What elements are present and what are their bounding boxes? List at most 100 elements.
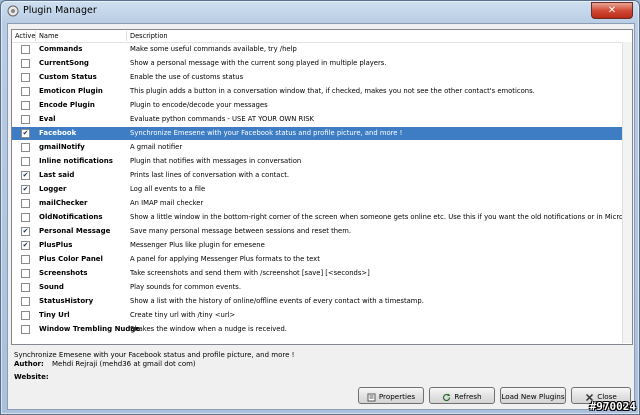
active-checkbox[interactable]	[21, 101, 30, 110]
active-checkbox[interactable]	[21, 255, 30, 264]
properties-button[interactable]: Properties	[358, 387, 424, 404]
plugin-row[interactable]: Sound Play sounds for common events.	[12, 281, 632, 294]
plugin-name: Emoticon Plugin	[39, 87, 103, 95]
active-checkbox[interactable]	[21, 283, 30, 292]
active-checkbox[interactable]	[21, 325, 30, 334]
plugin-description: A panel for applying Messenger Plus form…	[130, 255, 320, 263]
list-header: Active Name Description	[12, 30, 632, 43]
active-checkbox[interactable]: ✔	[21, 171, 30, 180]
plugin-name: Commands	[39, 45, 83, 53]
load-new-plugins-label: Load New Plugins	[501, 392, 565, 401]
properties-label: Properties	[378, 392, 416, 401]
plugin-row[interactable]: Encode Plugin Plugin to encode/decode you…	[12, 99, 632, 112]
active-checkbox[interactable]	[21, 59, 30, 68]
watermark: #970024	[589, 400, 636, 413]
plugin-row[interactable]: ✔ Logger Log all events to a file	[12, 183, 632, 196]
plugin-name: Tiny Url	[39, 311, 70, 319]
plugin-name: CurrentSong	[39, 59, 89, 67]
plugin-row[interactable]: Inline notifications Plugin that notifies…	[12, 155, 632, 168]
plugin-description: A gmail notifier	[130, 143, 183, 151]
refresh-button[interactable]: Refresh	[429, 387, 495, 404]
website-label: Website:	[14, 373, 49, 381]
active-checkbox[interactable]	[21, 199, 30, 208]
header-separator	[126, 31, 127, 41]
header-name[interactable]: Name	[39, 32, 58, 40]
active-checkbox[interactable]: ✔	[21, 227, 30, 236]
active-checkbox[interactable]: ✔	[21, 185, 30, 194]
plugin-name: Screenshots	[39, 269, 88, 277]
active-checkbox[interactable]	[21, 157, 30, 166]
active-checkbox[interactable]	[21, 213, 30, 222]
plugin-description: Show a personal message with the current…	[130, 59, 387, 67]
plugin-row[interactable]: Tiny Url Create tiny url with /tiny <url>	[12, 309, 632, 322]
plugin-row[interactable]: CurrentSong Show a personal message with …	[12, 57, 632, 70]
plugin-manager-icon	[7, 5, 19, 17]
plugin-name: mailChecker	[39, 199, 88, 207]
active-checkbox[interactable]	[21, 73, 30, 82]
active-checkbox[interactable]	[21, 297, 30, 306]
plugin-row[interactable]: Screenshots Take screenshots and send the…	[12, 267, 632, 280]
plugin-description: Shakes the window when a nudge is receiv…	[130, 325, 287, 333]
plugin-row[interactable]: ✔ PlusPlus Messenger Plus like plugin for …	[12, 239, 632, 252]
plugin-row[interactable]: Custom Status Enable the use of customs s…	[12, 71, 632, 84]
active-checkbox[interactable]	[21, 143, 30, 152]
plugin-description: Show a little window in the bottom-right…	[130, 213, 633, 221]
plugin-description: Play sounds for common events.	[130, 283, 241, 291]
plugin-description: Synchronize Emesene with your Facebook s…	[130, 129, 403, 137]
plugin-name: gmailNotify	[39, 143, 85, 151]
plugin-name: Logger	[39, 185, 67, 193]
plugin-row[interactable]: Commands Make some useful commands availa…	[12, 43, 632, 56]
plugin-name: Eval	[39, 115, 56, 123]
refresh-label: Refresh	[454, 392, 482, 401]
plugin-description: Log all events to a file	[130, 185, 206, 193]
plugin-description: Save many personal message between sessi…	[130, 227, 352, 235]
plugin-summary: Synchronize Emesene with your Facebook s…	[14, 351, 295, 359]
plugin-description: Create tiny url with /tiny <url>	[130, 311, 236, 319]
header-active[interactable]: Active	[15, 32, 35, 40]
header-separator	[35, 31, 36, 41]
header-description[interactable]: Description	[130, 32, 168, 40]
refresh-icon	[443, 393, 451, 401]
plugin-row[interactable]: gmailNotify A gmail notifier	[12, 141, 632, 154]
plugin-row[interactable]: Emoticon Plugin This plugin adds a button…	[12, 85, 632, 98]
plugin-description: Enable the use of customs status	[130, 73, 244, 81]
plugin-description: An IMAP mail checker	[130, 199, 204, 207]
active-checkbox[interactable]: ✔	[21, 241, 30, 250]
plugin-description: Messenger Plus like plugin for emesene	[130, 241, 265, 249]
plugin-name: Plus Color Panel	[39, 255, 103, 263]
plugin-row[interactable]: Window Trembling Nudge Shakes the window …	[12, 323, 632, 336]
plugin-description: Show a list with the history of online/o…	[130, 297, 424, 305]
plugin-row[interactable]: ✔ Personal Message Save many personal mess…	[12, 225, 632, 238]
active-checkbox[interactable]	[21, 311, 30, 320]
plugin-row[interactable]: Eval Evaluate python commands - USE AT YO…	[12, 113, 632, 126]
plugin-row[interactable]: StatusHistory Show a list with the histor…	[12, 295, 632, 308]
plugin-row[interactable]: ✔ Facebook Synchronize Emesene with your F…	[12, 127, 632, 140]
active-checkbox[interactable]: ✔	[21, 129, 30, 138]
plugin-row[interactable]: Plus Color Panel A panel for applying Mes…	[12, 253, 632, 266]
active-checkbox[interactable]	[21, 115, 30, 124]
active-checkbox[interactable]	[21, 87, 30, 96]
title-bar[interactable]: Plugin Manager ✕	[1, 1, 639, 23]
load-new-plugins-button[interactable]: Load New Plugins	[500, 387, 566, 404]
plugin-description: Plugin that notifies with messages in co…	[130, 157, 302, 165]
active-checkbox[interactable]	[21, 45, 30, 54]
plugin-description: Take screenshots and send them with /scr…	[130, 269, 370, 277]
plugin-list[interactable]: Active Name Description Commands Make som…	[11, 29, 633, 345]
plugin-row[interactable]: mailChecker An IMAP mail checker	[12, 197, 632, 210]
plugin-description: Plugin to encode/decode your messages	[130, 101, 268, 109]
active-checkbox[interactable]	[21, 269, 30, 278]
plugin-row[interactable]: OldNotifications Show a little window in …	[12, 211, 632, 224]
plugin-description: Evaluate python commands - USE AT YOUR O…	[130, 115, 315, 123]
plugin-row[interactable]: ✔ Last said Prints last lines of conversat…	[12, 169, 632, 182]
vertical-scrollbar[interactable]	[622, 42, 632, 343]
plugin-name: StatusHistory	[39, 297, 94, 305]
plugin-name: Inline notifications	[39, 157, 113, 165]
plugin-name: Sound	[39, 283, 64, 291]
plugin-name: PlusPlus	[39, 241, 73, 249]
plugin-name: Encode Plugin	[39, 101, 95, 109]
author-label: Author:	[14, 360, 44, 368]
window-close-button[interactable]: ✕	[591, 2, 633, 19]
author-value: Mehdi Rejraji (mehd36 at gmail dot com)	[52, 360, 196, 368]
client-area: Active Name Description Commands Make som…	[7, 23, 635, 410]
window-title: Plugin Manager	[23, 5, 97, 16]
